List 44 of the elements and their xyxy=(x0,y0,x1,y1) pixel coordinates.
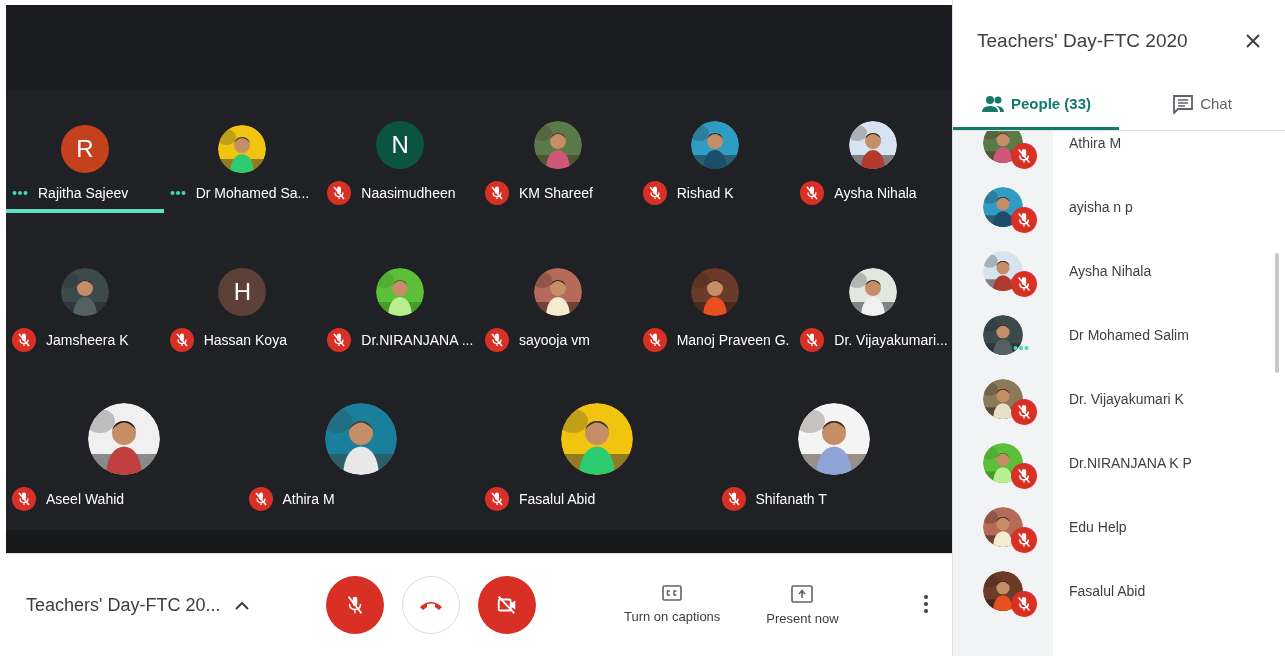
avatar-letter: H xyxy=(218,268,267,316)
participant-name: Athira M xyxy=(1069,135,1122,151)
participant-name: Aysha Nihala xyxy=(834,185,917,202)
captions-icon xyxy=(662,584,683,601)
participant-name: Dr Mohamed Salim xyxy=(1069,327,1189,343)
panel-title: Teachers' Day-FTC 2020 xyxy=(977,30,1188,52)
participant-name: sayooja vm xyxy=(519,332,590,348)
chevron-up-icon[interactable] xyxy=(234,600,249,610)
participant-name: Fasalul Abid xyxy=(1069,583,1146,599)
participant-name: Aseel Wahid xyxy=(46,490,125,507)
people-icon xyxy=(981,94,1005,113)
participant-name: Hassan Koya xyxy=(203,332,287,348)
participant-name: Fasalul Abid xyxy=(519,490,596,507)
more-vert-icon xyxy=(924,594,928,613)
participant-name: Rishad K xyxy=(676,185,734,202)
camera-button[interactable] xyxy=(478,576,536,634)
phone-icon xyxy=(418,599,444,611)
participant-name: KM Shareef xyxy=(519,185,593,202)
participant-name: Athira M xyxy=(282,490,335,507)
participant-name: ayisha n p xyxy=(1069,199,1133,215)
avatar-letter: N xyxy=(376,121,425,170)
participant-name: Dr.NIRANJANA ... xyxy=(361,332,474,348)
captions-button[interactable]: Turn on captions xyxy=(616,580,729,630)
present-button[interactable]: Present now xyxy=(758,580,847,630)
participant-name: Manoj Praveen G. xyxy=(676,332,790,348)
panel-tab[interactable]: Chat xyxy=(1119,80,1285,130)
chat-icon xyxy=(1172,93,1195,114)
participant-name: Dr Mohamed Sa... xyxy=(195,185,310,202)
scrollbar[interactable] xyxy=(1275,253,1279,373)
participant-name: Jamsheera K xyxy=(46,332,129,348)
camera-off-icon xyxy=(496,594,518,616)
close-button[interactable] xyxy=(1245,33,1261,49)
participant-name: Edu Help xyxy=(1069,519,1127,535)
participant-name: Aysha Nihala xyxy=(1069,263,1152,279)
participant-name: Shifanath T xyxy=(755,490,827,507)
participant-name: Dr. Vijayakumari K xyxy=(1069,391,1184,407)
participant-name: Dr.NIRANJANA K P xyxy=(1069,455,1192,471)
avatar-letter: R xyxy=(60,125,109,174)
microphone-button[interactable] xyxy=(326,576,384,634)
participant-name: Naasimudheen xyxy=(361,185,456,202)
participant-name: Rajitha Sajeev xyxy=(38,185,129,202)
meeting-title: Teachers' Day-FTC 20... xyxy=(26,594,221,616)
participant-name: Dr. Vijayakumari... xyxy=(834,332,948,348)
present-screen-icon xyxy=(791,584,814,603)
